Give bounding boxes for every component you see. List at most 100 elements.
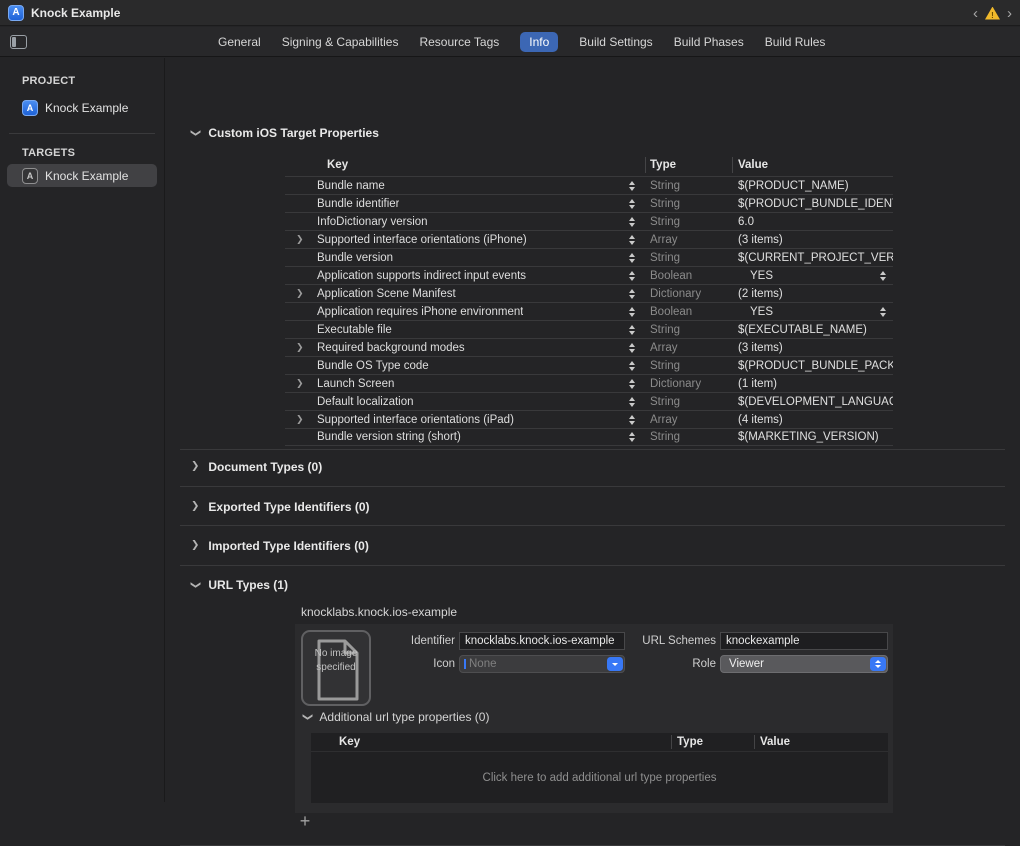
section-document-types[interactable]: ❯ Document Types (0) [191, 460, 322, 474]
tab-general[interactable]: General [218, 35, 261, 49]
property-value: YES [738, 270, 773, 282]
tab-resource-tags[interactable]: Resource Tags [419, 35, 499, 49]
targets-section-header: TARGETS [22, 147, 164, 159]
property-value: $(DEVELOPMENT_LANGUAGI [738, 396, 893, 408]
url-type-image-well[interactable]: No image specified [301, 630, 371, 706]
sidebar-item-target[interactable]: A Knock Example [7, 164, 157, 187]
chevron-right-icon: ❯ [191, 462, 199, 472]
table-row[interactable]: Default localization String $(DEVELOPMEN… [285, 392, 893, 410]
tab-build-phases[interactable]: Build Phases [674, 35, 744, 49]
key-stepper-icon[interactable] [629, 253, 635, 263]
info-editor-pane: ❯ Custom iOS Target Properties Key Type … [166, 58, 1020, 802]
table-row[interactable]: ❯Supported interface orientations (iPhon… [285, 230, 893, 248]
target-item-label: Knock Example [45, 169, 128, 183]
property-key: Executable file [317, 324, 392, 336]
section-divider [180, 565, 1005, 566]
section-url-types[interactable]: ❯ URL Types (1) [191, 578, 288, 592]
table-row[interactable]: Application requires iPhone environment … [285, 302, 893, 320]
key-stepper-icon[interactable] [629, 181, 635, 191]
property-key: Required background modes [317, 342, 465, 354]
back-button[interactable]: ‹ [973, 6, 978, 21]
property-type: Dictionary [645, 288, 732, 300]
disclosure-chevron-icon[interactable]: ❯ [296, 234, 304, 245]
property-type: Boolean [645, 270, 732, 282]
key-stepper-icon[interactable] [629, 217, 635, 227]
property-key: Bundle OS Type code [317, 360, 429, 372]
key-stepper-icon[interactable] [629, 379, 635, 389]
disclosure-chevron-icon[interactable]: ❯ [296, 342, 304, 353]
tab-build-settings[interactable]: Build Settings [579, 35, 652, 49]
property-value: $(PRODUCT_BUNDLE_PACKA [738, 360, 893, 372]
empty-table-body[interactable]: Click here to add additional url type pr… [311, 752, 888, 803]
section-imported-type-identifiers[interactable]: ❯ Imported Type Identifiers (0) [191, 539, 369, 553]
url-schemes-input[interactable] [720, 632, 888, 650]
section-divider [180, 525, 1005, 526]
table-row[interactable]: Bundle OS Type code String $(PRODUCT_BUN… [285, 356, 893, 374]
property-key: Application supports indirect input even… [317, 270, 526, 282]
property-value: 6.0 [738, 216, 754, 228]
value-stepper-icon[interactable] [880, 271, 886, 281]
table-header-row: Key Type Value [311, 733, 888, 752]
add-url-type-button[interactable]: + [297, 814, 313, 830]
column-header-type: Type [671, 735, 754, 749]
key-stepper-icon[interactable] [629, 307, 635, 317]
table-row[interactable]: ❯Required background modes Array (3 item… [285, 338, 893, 356]
table-row[interactable]: InfoDictionary version String 6.0 [285, 212, 893, 230]
property-key: Bundle version string (short) [317, 431, 461, 443]
key-stepper-icon[interactable] [629, 235, 635, 245]
additional-properties-header[interactable]: ❯ Additional url type properties (0) [303, 710, 489, 724]
property-type: String [645, 198, 732, 210]
tab-build-rules[interactable]: Build Rules [765, 35, 826, 49]
table-row[interactable]: Bundle name String $(PRODUCT_NAME) [285, 176, 893, 194]
key-stepper-icon[interactable] [629, 325, 635, 335]
disclosure-chevron-icon[interactable]: ❯ [296, 288, 304, 299]
key-stepper-icon[interactable] [629, 432, 635, 442]
property-type: String [645, 252, 732, 264]
key-stepper-icon[interactable] [629, 343, 635, 353]
table-row[interactable]: Bundle version String $(CURRENT_PROJECT_… [285, 248, 893, 266]
value-stepper-icon[interactable] [880, 307, 886, 317]
warning-icon[interactable]: ! [985, 7, 1000, 20]
column-header-key: Key [311, 736, 671, 748]
property-value: $(EXECUTABLE_NAME) [738, 324, 867, 336]
key-stepper-icon[interactable] [629, 271, 635, 281]
url-type-card: No image specified Identifier URL Scheme… [295, 624, 893, 813]
property-type: Array [645, 234, 732, 246]
add-properties-message[interactable]: Click here to add additional url type pr… [483, 772, 717, 784]
property-key: Default localization [317, 396, 414, 408]
key-stepper-icon[interactable] [629, 361, 635, 371]
table-row[interactable]: Executable file String $(EXECUTABLE_NAME… [285, 320, 893, 338]
section-exported-type-identifiers[interactable]: ❯ Exported Type Identifiers (0) [191, 500, 370, 514]
table-row[interactable]: ❯Launch Screen Dictionary (1 item) [285, 374, 893, 392]
role-label: Role [635, 658, 716, 670]
section-custom-ios-target-properties[interactable]: ❯ Custom iOS Target Properties [191, 126, 379, 140]
table-row[interactable]: Bundle identifier String $(PRODUCT_BUNDL… [285, 194, 893, 212]
combobox-disclosure-button[interactable] [607, 657, 623, 671]
window-title: Knock Example [31, 6, 120, 20]
role-popup-button[interactable]: Viewer [720, 655, 888, 673]
tab-info[interactable]: Info [520, 32, 558, 52]
table-header-row: Key Type Value [285, 154, 893, 176]
disclosure-chevron-icon[interactable]: ❯ [296, 414, 304, 425]
key-stepper-icon[interactable] [629, 415, 635, 425]
table-row[interactable]: Bundle version string (short) String $(M… [285, 428, 893, 446]
property-type: String [645, 324, 732, 336]
key-stepper-icon[interactable] [629, 199, 635, 209]
disclosure-chevron-icon[interactable]: ❯ [296, 378, 304, 389]
key-stepper-icon[interactable] [629, 397, 635, 407]
identifier-input[interactable] [459, 632, 625, 650]
tab-signing-capabilities[interactable]: Signing & Capabilities [282, 35, 399, 49]
icon-label: Icon [385, 658, 455, 670]
chevron-down-icon: ❯ [302, 713, 312, 721]
property-value: $(PRODUCT_BUNDLE_IDENT [738, 198, 893, 210]
table-row[interactable]: ❯Supported interface orientations (iPad)… [285, 410, 893, 428]
additional-properties-table: Key Type Value Click here to add additio… [311, 733, 888, 803]
sidebar-item-project[interactable]: A Knock Example [22, 97, 164, 119]
table-row[interactable]: Application supports indirect input even… [285, 266, 893, 284]
property-key: Bundle name [317, 180, 385, 192]
forward-button[interactable]: › [1007, 6, 1012, 21]
sidebar-toggle-icon[interactable] [10, 35, 27, 49]
key-stepper-icon[interactable] [629, 289, 635, 299]
table-row[interactable]: ❯Application Scene Manifest Dictionary (… [285, 284, 893, 302]
icon-combobox[interactable]: None [459, 655, 625, 673]
